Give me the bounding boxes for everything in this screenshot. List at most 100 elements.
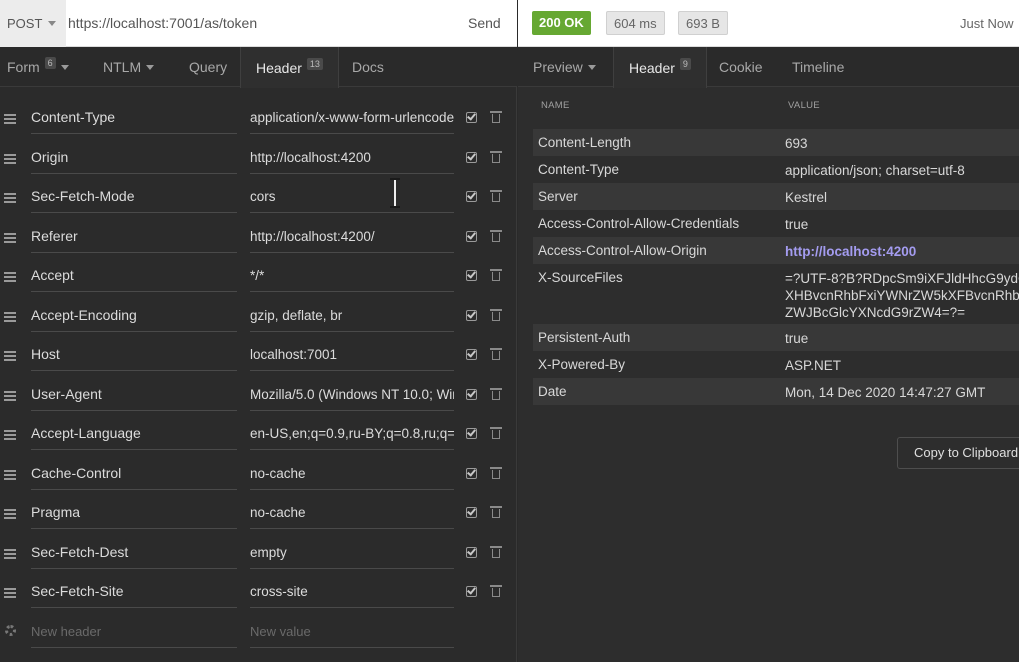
response-time-badge: 604 ms (606, 11, 665, 35)
tab-timeline[interactable]: Timeline (792, 47, 844, 87)
drag-handle-icon[interactable] (4, 311, 16, 322)
header-name-input[interactable]: Accept-Language (31, 417, 237, 450)
request-header-row: Accept */* (0, 259, 517, 299)
trash-icon[interactable] (490, 308, 502, 321)
header-name-input[interactable]: Sec-Fetch-Dest (31, 536, 237, 569)
tab-query[interactable]: Query (189, 47, 227, 87)
header-value-input[interactable]: no-cache (250, 496, 454, 529)
header-value-input[interactable]: no-cache (250, 457, 454, 490)
trash-icon[interactable] (490, 506, 502, 518)
header-value-input[interactable]: http://localhost:4200/ (250, 220, 454, 253)
enable-checkbox-icon[interactable] (466, 191, 477, 202)
header-value-input[interactable]: localhost:7001 (250, 338, 454, 371)
gear-icon[interactable] (5, 624, 16, 636)
header-value-input[interactable]: Mozilla/5.0 (Windows NT 10.0; Win64; x64… (250, 378, 454, 411)
tab-preview[interactable]: Preview (533, 47, 596, 87)
response-header-name: X-SourceFiles (538, 270, 623, 285)
header-value-input[interactable]: en-US,en;q=0.9,ru-BY;q=0.8,ru;q=0.7 (250, 417, 454, 450)
header-name-input[interactable]: Sec-Fetch-Mode (31, 180, 237, 213)
header-name-input[interactable]: Content-Type (31, 101, 237, 134)
drag-handle-icon[interactable] (4, 469, 16, 480)
trash-icon[interactable] (490, 150, 502, 163)
enable-checkbox-icon[interactable] (466, 151, 477, 163)
trash-icon[interactable] (490, 466, 502, 479)
enable-checkbox-icon[interactable] (466, 467, 477, 479)
header-name-input[interactable]: Host (31, 338, 237, 371)
drag-handle-icon[interactable] (4, 588, 16, 598)
drag-handle-icon[interactable] (4, 272, 16, 282)
trash-icon[interactable] (490, 545, 502, 558)
trash-icon[interactable] (490, 348, 502, 360)
enable-checkbox-icon[interactable] (466, 388, 477, 400)
response-pane: 200 OK 604 ms 693 B Just Now Preview Hea… (518, 0, 1019, 662)
enable-checkbox-icon[interactable] (466, 309, 477, 321)
method-dropdown[interactable]: POST (0, 0, 66, 47)
response-status-bar: 200 OK 604 ms 693 B Just Now (518, 0, 1019, 47)
header-name-input[interactable]: Referer (31, 220, 237, 253)
enable-checkbox-icon[interactable] (466, 112, 477, 123)
enable-checkbox-icon[interactable] (466, 270, 477, 281)
drag-handle-icon[interactable] (4, 153, 16, 164)
new-value-input[interactable]: New value (250, 615, 454, 648)
response-header-row: Server Kestrel (533, 183, 1019, 210)
enable-checkbox-icon[interactable] (466, 546, 477, 558)
tab-form[interactable]: Form 6 (7, 47, 69, 87)
header-value-input[interactable]: http://localhost:4200 (250, 141, 454, 174)
header-value-input[interactable]: application/x-www-form-urlencoded (250, 101, 454, 134)
url-input[interactable]: https://localhost:7001/as/token (68, 0, 257, 47)
drag-handle-icon[interactable] (4, 548, 16, 559)
header-name-input[interactable]: Accept-Encoding (31, 299, 237, 332)
enable-checkbox-icon[interactable] (466, 428, 477, 439)
request-pane: POST https://localhost:7001/as/token Sen… (0, 0, 517, 662)
trash-icon[interactable] (490, 427, 502, 439)
response-header-name: Date (538, 384, 567, 399)
chevron-down-icon (587, 64, 596, 70)
response-tabs: Preview Header 9 Cookie Timeline (518, 47, 1019, 88)
header-name-input[interactable]: User-Agent (31, 378, 237, 411)
tab-response-header[interactable]: Header 9 (613, 47, 707, 88)
response-header-row: Content-Type application/json; charset=ut… (533, 156, 1019, 183)
enable-checkbox-icon[interactable] (466, 230, 477, 242)
drag-handle-icon[interactable] (4, 390, 16, 401)
enable-checkbox-icon[interactable] (466, 586, 477, 597)
enable-checkbox-icon[interactable] (466, 349, 477, 360)
tab-label: Header (629, 59, 675, 76)
trash-icon[interactable] (490, 387, 502, 400)
header-value-input[interactable]: cors (250, 180, 454, 213)
header-value-input[interactable]: gzip, deflate, br (250, 299, 454, 332)
drag-handle-icon[interactable] (4, 193, 16, 203)
history-dropdown[interactable]: Just Now (960, 0, 1013, 47)
trash-icon[interactable] (490, 229, 502, 242)
tab-cookie[interactable]: Cookie (719, 47, 763, 87)
trash-icon[interactable] (490, 111, 502, 123)
header-value-input[interactable]: cross-site (250, 575, 454, 608)
header-name-input[interactable]: Cache-Control (31, 457, 237, 490)
response-header-link[interactable]: http://localhost:4200 (785, 243, 916, 260)
request-header-row: Sec-Fetch-Site cross-site (0, 575, 517, 615)
drag-handle-icon[interactable] (4, 509, 16, 519)
drag-handle-icon[interactable] (4, 232, 16, 243)
drag-handle-icon[interactable] (4, 114, 16, 124)
tab-header[interactable]: Header 13 (240, 47, 339, 88)
tab-docs[interactable]: Docs (352, 47, 384, 87)
trash-icon[interactable] (490, 269, 502, 281)
header-value-input[interactable]: */* (250, 259, 454, 292)
new-header-input[interactable]: New header (31, 615, 237, 648)
tab-ntlm[interactable]: NTLM (103, 47, 155, 87)
trash-icon[interactable] (490, 585, 502, 597)
header-name-input[interactable]: Origin (31, 141, 237, 174)
header-name-input[interactable]: Accept (31, 259, 237, 292)
header-value-input[interactable]: empty (250, 536, 454, 569)
drag-handle-icon[interactable] (4, 430, 16, 440)
response-header-name: Server (538, 189, 578, 204)
header-name-input[interactable]: Pragma (31, 496, 237, 529)
copy-to-clipboard-button[interactable]: Copy to Clipboard (897, 437, 1019, 469)
trash-icon[interactable] (490, 190, 502, 202)
response-header-value: 693 (785, 136, 808, 151)
send-button[interactable]: Send (468, 0, 501, 47)
header-name-input[interactable]: Sec-Fetch-Site (31, 575, 237, 608)
enable-checkbox-icon[interactable] (466, 507, 477, 518)
chevron-down-icon (60, 64, 69, 70)
drag-handle-icon[interactable] (4, 351, 16, 361)
request-header-row: Pragma no-cache (0, 496, 517, 536)
